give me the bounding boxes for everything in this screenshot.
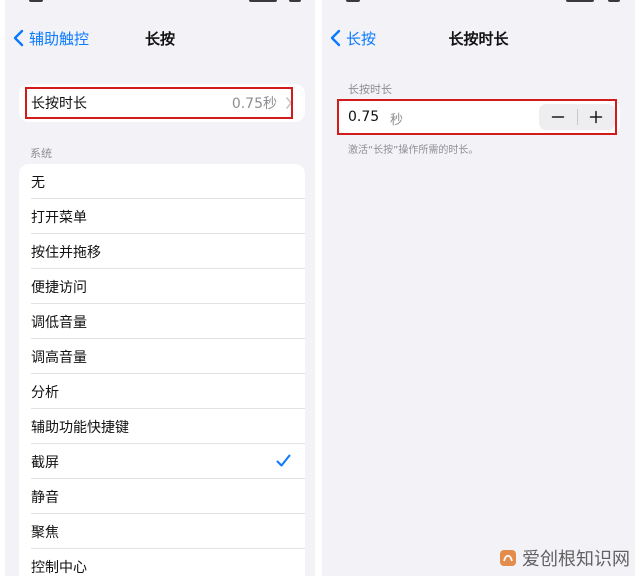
long-press-duration-screen: 长按 长按时长 长按时长 秒 激活“长按”操作所需的时长。	[322, 0, 635, 576]
page-title: 长按	[144, 30, 175, 48]
duration-value-field[interactable]	[348, 108, 388, 126]
option-label: 聚焦	[31, 524, 59, 541]
duration-footnote: 激活“长按”操作所需的时长。	[348, 145, 479, 156]
option-label: 辅助功能快捷键	[31, 419, 129, 436]
option-label: 截屏	[31, 454, 59, 471]
section-header-system: 系统	[30, 147, 52, 160]
duration-card: 长按时长 0.75秒	[19, 84, 305, 122]
option-label: 分析	[31, 384, 59, 401]
page-title: 长按时长	[448, 30, 509, 48]
options-list: 无 打开菜单 按住并拖移 便捷访问 调低音量 调高音量 分析 辅助功能快捷键 截…	[19, 164, 305, 576]
option-label: 打开菜单	[31, 209, 87, 226]
option-hold-and-drag[interactable]: 按住并拖移	[19, 234, 305, 269]
nav-bar: 长按 长按时长	[322, 20, 635, 56]
option-volume-down[interactable]: 调低音量	[19, 304, 305, 339]
option-open-menu[interactable]: 打开菜单	[19, 199, 305, 234]
option-none[interactable]: 无	[19, 164, 305, 199]
watermark: 爱创根知识网	[498, 540, 640, 576]
group-label-duration: 长按时长	[348, 83, 392, 96]
option-control-center[interactable]: 控制中心	[19, 549, 305, 576]
option-screenshot[interactable]: 截屏	[19, 444, 305, 479]
option-label: 调高音量	[31, 349, 87, 366]
long-press-duration-row[interactable]: 长按时长 0.75秒	[19, 84, 305, 122]
checkmark-icon	[276, 454, 291, 467]
watermark-text: 爱创根知识网	[522, 549, 630, 570]
long-press-settings-screen: 辅助触控 长按 长按时长 0.75秒 系统 无 打开菜单 按住并拖移 便捷访问 …	[5, 0, 315, 576]
duration-value: 0.75秒	[231, 96, 277, 112]
option-volume-up[interactable]: 调高音量	[19, 339, 305, 374]
option-accessibility-shortcut[interactable]: 辅助功能快捷键	[19, 409, 305, 444]
unit-label: 秒	[390, 113, 404, 128]
plus-icon	[590, 110, 603, 124]
option-analytics[interactable]: 分析	[19, 374, 305, 409]
duration-label: 长按时长	[31, 96, 87, 112]
option-label: 静音	[31, 489, 59, 506]
increment-button[interactable]	[578, 104, 616, 130]
nav-bar: 辅助触控 长按	[5, 20, 315, 56]
option-reachability[interactable]: 便捷访问	[19, 269, 305, 304]
option-mute[interactable]: 静音	[19, 479, 305, 514]
option-label: 调低音量	[31, 314, 87, 331]
option-label: 控制中心	[31, 559, 87, 576]
duration-stepper	[539, 104, 615, 130]
option-label: 便捷访问	[31, 279, 87, 296]
option-focus[interactable]: 聚焦	[19, 514, 305, 549]
minus-icon	[551, 116, 564, 118]
decrement-button[interactable]	[539, 104, 577, 130]
status-bar-remnant	[322, 0, 635, 5]
option-label: 按住并拖移	[31, 244, 101, 261]
chevron-right-icon	[286, 97, 292, 109]
status-bar-remnant	[5, 0, 315, 5]
duration-input-card: 秒	[338, 100, 620, 134]
option-label: 无	[31, 174, 45, 191]
watermark-logo-icon	[500, 550, 516, 566]
